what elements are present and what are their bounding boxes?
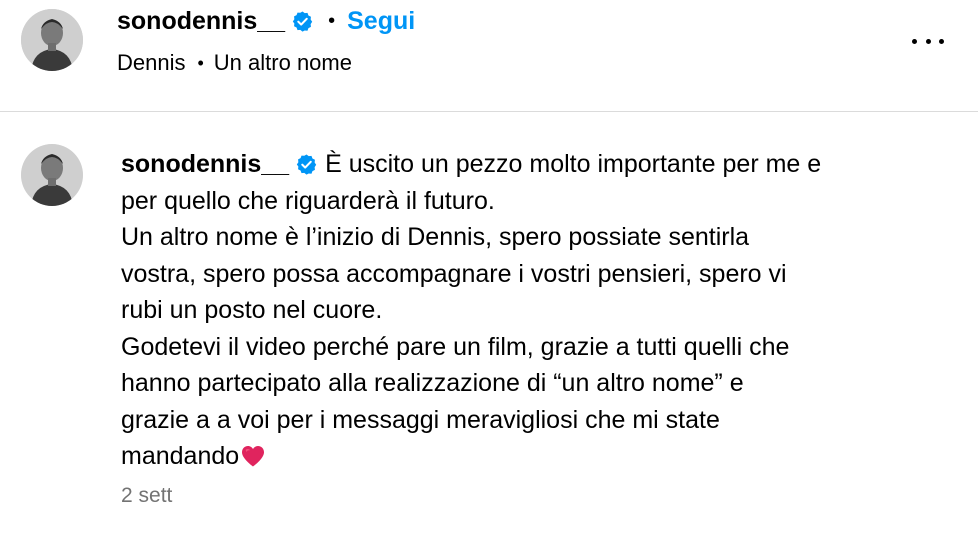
caption-line: rubi un posto nel cuore. bbox=[121, 292, 941, 329]
verified-badge-icon bbox=[291, 10, 314, 33]
caption-line: grazie a a voi per i messaggi meraviglio… bbox=[121, 402, 941, 439]
verified-badge-icon bbox=[295, 153, 318, 176]
post-timestamp[interactable]: 2 sett bbox=[121, 484, 172, 508]
caption-line: vostra, spero possa accompagnare i vostr… bbox=[121, 256, 941, 293]
artist-link[interactable]: Dennis bbox=[117, 50, 185, 76]
caption-text: per quello che riguarderà il futuro. bbox=[121, 186, 495, 215]
header-title-row: sonodennis__ • Segui bbox=[117, 4, 415, 38]
caption-text: È uscito un pezzo molto importante per m… bbox=[325, 150, 822, 178]
username-link[interactable]: sonodennis__ bbox=[117, 7, 285, 36]
caption-line: mandando bbox=[121, 438, 941, 475]
caption-username-link[interactable]: sonodennis__ bbox=[121, 146, 289, 183]
audio-attribution: Dennis • Un altro nome bbox=[117, 48, 352, 78]
caption-line: Un altro nome è l’inizio di Dennis, sper… bbox=[121, 219, 941, 256]
caption-text: hanno partecipato alla realizzazione di … bbox=[121, 369, 744, 397]
caption-text: rubi un posto nel cuore. bbox=[121, 296, 383, 324]
caption-avatar[interactable] bbox=[21, 144, 83, 206]
caption-line: Godetevi il video perché pare un film, g… bbox=[121, 329, 941, 366]
more-horizontal-icon bbox=[939, 38, 944, 44]
caption-line: hanno partecipato alla realizzazione di … bbox=[121, 365, 941, 402]
avatar-image bbox=[21, 9, 83, 71]
profile-avatar[interactable] bbox=[21, 9, 83, 71]
caption-line: sonodennis__ È uscito un pezzo molto imp… bbox=[121, 146, 941, 183]
post-header: sonodennis__ • Segui Dennis • Un altro n… bbox=[0, 0, 978, 112]
caption-text: Godetevi il video perché pare un film, g… bbox=[121, 332, 790, 361]
caption-text: vostra, spero possa accompagnare i vostr… bbox=[121, 259, 787, 288]
caption-text: mandando bbox=[121, 442, 240, 470]
separator-dot: • bbox=[197, 52, 204, 73]
separator-dot: • bbox=[328, 9, 336, 32]
caption-line: per quello che riguarderà il futuro. bbox=[121, 183, 941, 220]
track-link[interactable]: Un altro nome bbox=[214, 50, 352, 76]
more-horizontal-icon bbox=[925, 38, 931, 44]
more-options-button[interactable] bbox=[912, 26, 944, 56]
follow-button[interactable]: Segui bbox=[347, 7, 415, 36]
red-heart-icon bbox=[240, 444, 266, 468]
caption-body: sonodennis__ È uscito un pezzo molto imp… bbox=[121, 146, 941, 475]
caption-text: Un altro nome è l’inizio di Dennis, sper… bbox=[121, 223, 750, 251]
more-horizontal-icon bbox=[912, 38, 917, 44]
avatar-image bbox=[21, 144, 83, 206]
caption-text: grazie a a voi per i messaggi meraviglio… bbox=[121, 405, 720, 434]
